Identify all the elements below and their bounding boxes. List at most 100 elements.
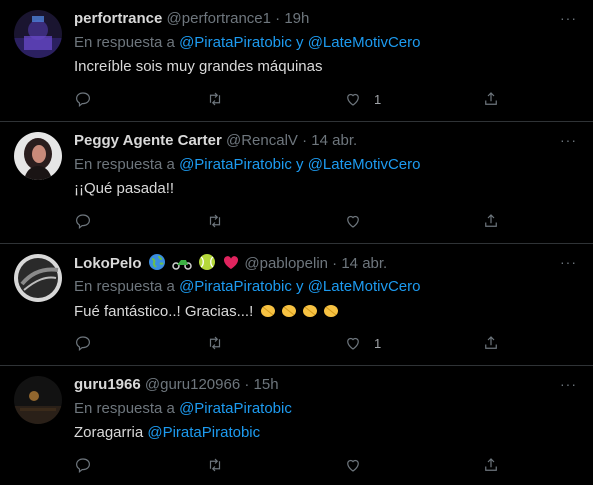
text-mention[interactable]: @PirataPiratobic <box>147 424 260 441</box>
tweet-time[interactable]: 15h <box>254 376 279 393</box>
share-button[interactable] <box>482 456 500 474</box>
action-bar: 1 <box>74 334 504 354</box>
reply-button[interactable] <box>74 212 92 230</box>
avatar-image <box>14 10 62 58</box>
reply-mention[interactable]: @LateMotivCero <box>308 156 421 173</box>
reply-context: En respuesta a @PirataPiratobic y @LateM… <box>74 277 420 297</box>
like-icon <box>347 215 359 228</box>
reply-join: y <box>296 156 304 173</box>
reply-mention[interactable]: @PirataPiratobic <box>179 278 292 295</box>
tweet-time[interactable]: 14 abr. <box>341 255 387 272</box>
more-icon[interactable]: ··· <box>560 255 577 269</box>
reply-prefix: En respuesta a <box>74 34 175 51</box>
user-handle[interactable]: @pablopelin <box>244 255 328 272</box>
reply-mention[interactable]: @PirataPiratobic <box>179 400 292 417</box>
avatar[interactable] <box>14 10 62 58</box>
display-name[interactable]: guru1966 <box>74 376 141 393</box>
clapping-hands-emoji-icon <box>259 301 345 325</box>
user-handle[interactable]: @guru120966 <box>145 376 240 393</box>
retweet-icon <box>209 92 221 106</box>
tweet-time[interactable]: 14 abr. <box>311 132 357 149</box>
avatar-image <box>14 254 62 302</box>
share-icon <box>485 336 497 349</box>
avatar-image <box>14 132 62 180</box>
avatar[interactable] <box>14 132 62 180</box>
share-icon <box>485 214 497 227</box>
more-icon[interactable]: ··· <box>560 377 577 391</box>
action-bar <box>74 212 504 232</box>
tweet-item[interactable]: Peggy Agente Carter @RencalV · 14 abr. ·… <box>0 122 593 244</box>
reply-prefix: En respuesta a <box>74 156 175 173</box>
more-icon[interactable]: ··· <box>560 11 577 25</box>
retweet-icon <box>209 458 221 472</box>
avatar[interactable] <box>14 376 62 424</box>
like-button[interactable] <box>344 212 362 230</box>
avatar[interactable] <box>14 254 62 302</box>
display-name[interactable]: LokoPelo <box>74 255 142 272</box>
tweet-text: ¡¡Qué pasada!! <box>74 180 175 197</box>
avatar-image <box>14 376 62 424</box>
tennis-ball-emoji-icon <box>198 253 216 277</box>
reply-context: En respuesta a @PirataPiratobic y @LateM… <box>74 33 420 53</box>
tweet-time[interactable]: 19h <box>284 10 309 27</box>
reply-icon <box>76 458 90 474</box>
separator-dot: · <box>332 255 338 272</box>
tweet-item[interactable]: perfortrance @perfortrance1 · 19h ··· En… <box>0 0 593 122</box>
separator-dot: · <box>302 132 308 149</box>
red-heart-emoji-icon <box>222 253 240 277</box>
share-button[interactable] <box>482 334 500 352</box>
tweet-header: Peggy Agente Carter @RencalV · 14 abr. <box>74 131 357 151</box>
retweet-button[interactable] <box>206 212 224 230</box>
reply-prefix: En respuesta a <box>74 400 175 417</box>
like-button[interactable]: 1 <box>344 90 381 108</box>
action-bar: 1 <box>74 90 504 110</box>
reply-button[interactable] <box>74 334 92 352</box>
reply-mention[interactable]: @PirataPiratobic <box>179 156 292 173</box>
like-button[interactable] <box>344 456 362 474</box>
action-bar <box>74 456 504 476</box>
reply-join: y <box>296 278 304 295</box>
reply-icon <box>76 92 90 108</box>
share-icon <box>485 458 497 471</box>
retweet-button[interactable] <box>206 90 224 108</box>
motorcycle-emoji-icon <box>172 253 192 277</box>
retweet-button[interactable] <box>206 334 224 352</box>
reply-join: y <box>296 34 304 51</box>
reply-icon <box>76 336 90 352</box>
tweet-text-row: Zoragarria @PirataPiratobic <box>74 423 260 443</box>
reply-mention[interactable]: @LateMotivCero <box>308 278 421 295</box>
display-name[interactable]: Peggy Agente Carter <box>74 132 222 149</box>
like-icon <box>347 337 359 350</box>
display-name[interactable]: perfortrance <box>74 10 162 27</box>
like-icon <box>347 459 359 472</box>
reply-context: En respuesta a @PirataPiratobic <box>74 399 292 419</box>
tweet-header: guru1966 @guru120966 · 15h <box>74 375 279 395</box>
tweet-item[interactable]: LokoPelo @pablopelin · 14 abr. ··· En re… <box>0 244 593 366</box>
like-count: 1 <box>374 91 382 107</box>
reply-mention[interactable]: @PirataPiratobic <box>179 34 292 51</box>
tweet-text: Zoragarria <box>74 424 148 441</box>
reply-button[interactable] <box>74 456 92 474</box>
tweet-item[interactable]: guru1966 @guru120966 · 15h ··· En respue… <box>0 366 593 485</box>
like-icon <box>347 93 359 106</box>
reply-mention[interactable]: @LateMotivCero <box>308 34 421 51</box>
reply-icon <box>76 214 90 230</box>
separator-dot: · <box>275 10 281 27</box>
tweet-text-row: Fué fantástico..! Gracias...! <box>74 301 345 325</box>
tweet-header: perfortrance @perfortrance1 · 19h <box>74 9 309 29</box>
share-icon <box>485 92 497 105</box>
user-handle[interactable]: @RencalV <box>226 132 298 149</box>
separator-dot: · <box>244 376 250 393</box>
like-button[interactable]: 1 <box>344 334 381 352</box>
retweet-icon <box>209 214 221 228</box>
tweet-header: LokoPelo @pablopelin · 14 abr. <box>74 253 387 277</box>
reply-context: En respuesta a @PirataPiratobic y @LateM… <box>74 155 420 175</box>
tweet-text: Fué fantástico..! Gracias...! <box>74 303 258 320</box>
share-button[interactable] <box>482 90 500 108</box>
reply-feed: perfortrance @perfortrance1 · 19h ··· En… <box>0 0 593 485</box>
reply-button[interactable] <box>74 90 92 108</box>
user-handle[interactable]: @perfortrance1 <box>167 10 271 27</box>
retweet-button[interactable] <box>206 456 224 474</box>
more-icon[interactable]: ··· <box>560 133 577 147</box>
share-button[interactable] <box>482 212 500 230</box>
